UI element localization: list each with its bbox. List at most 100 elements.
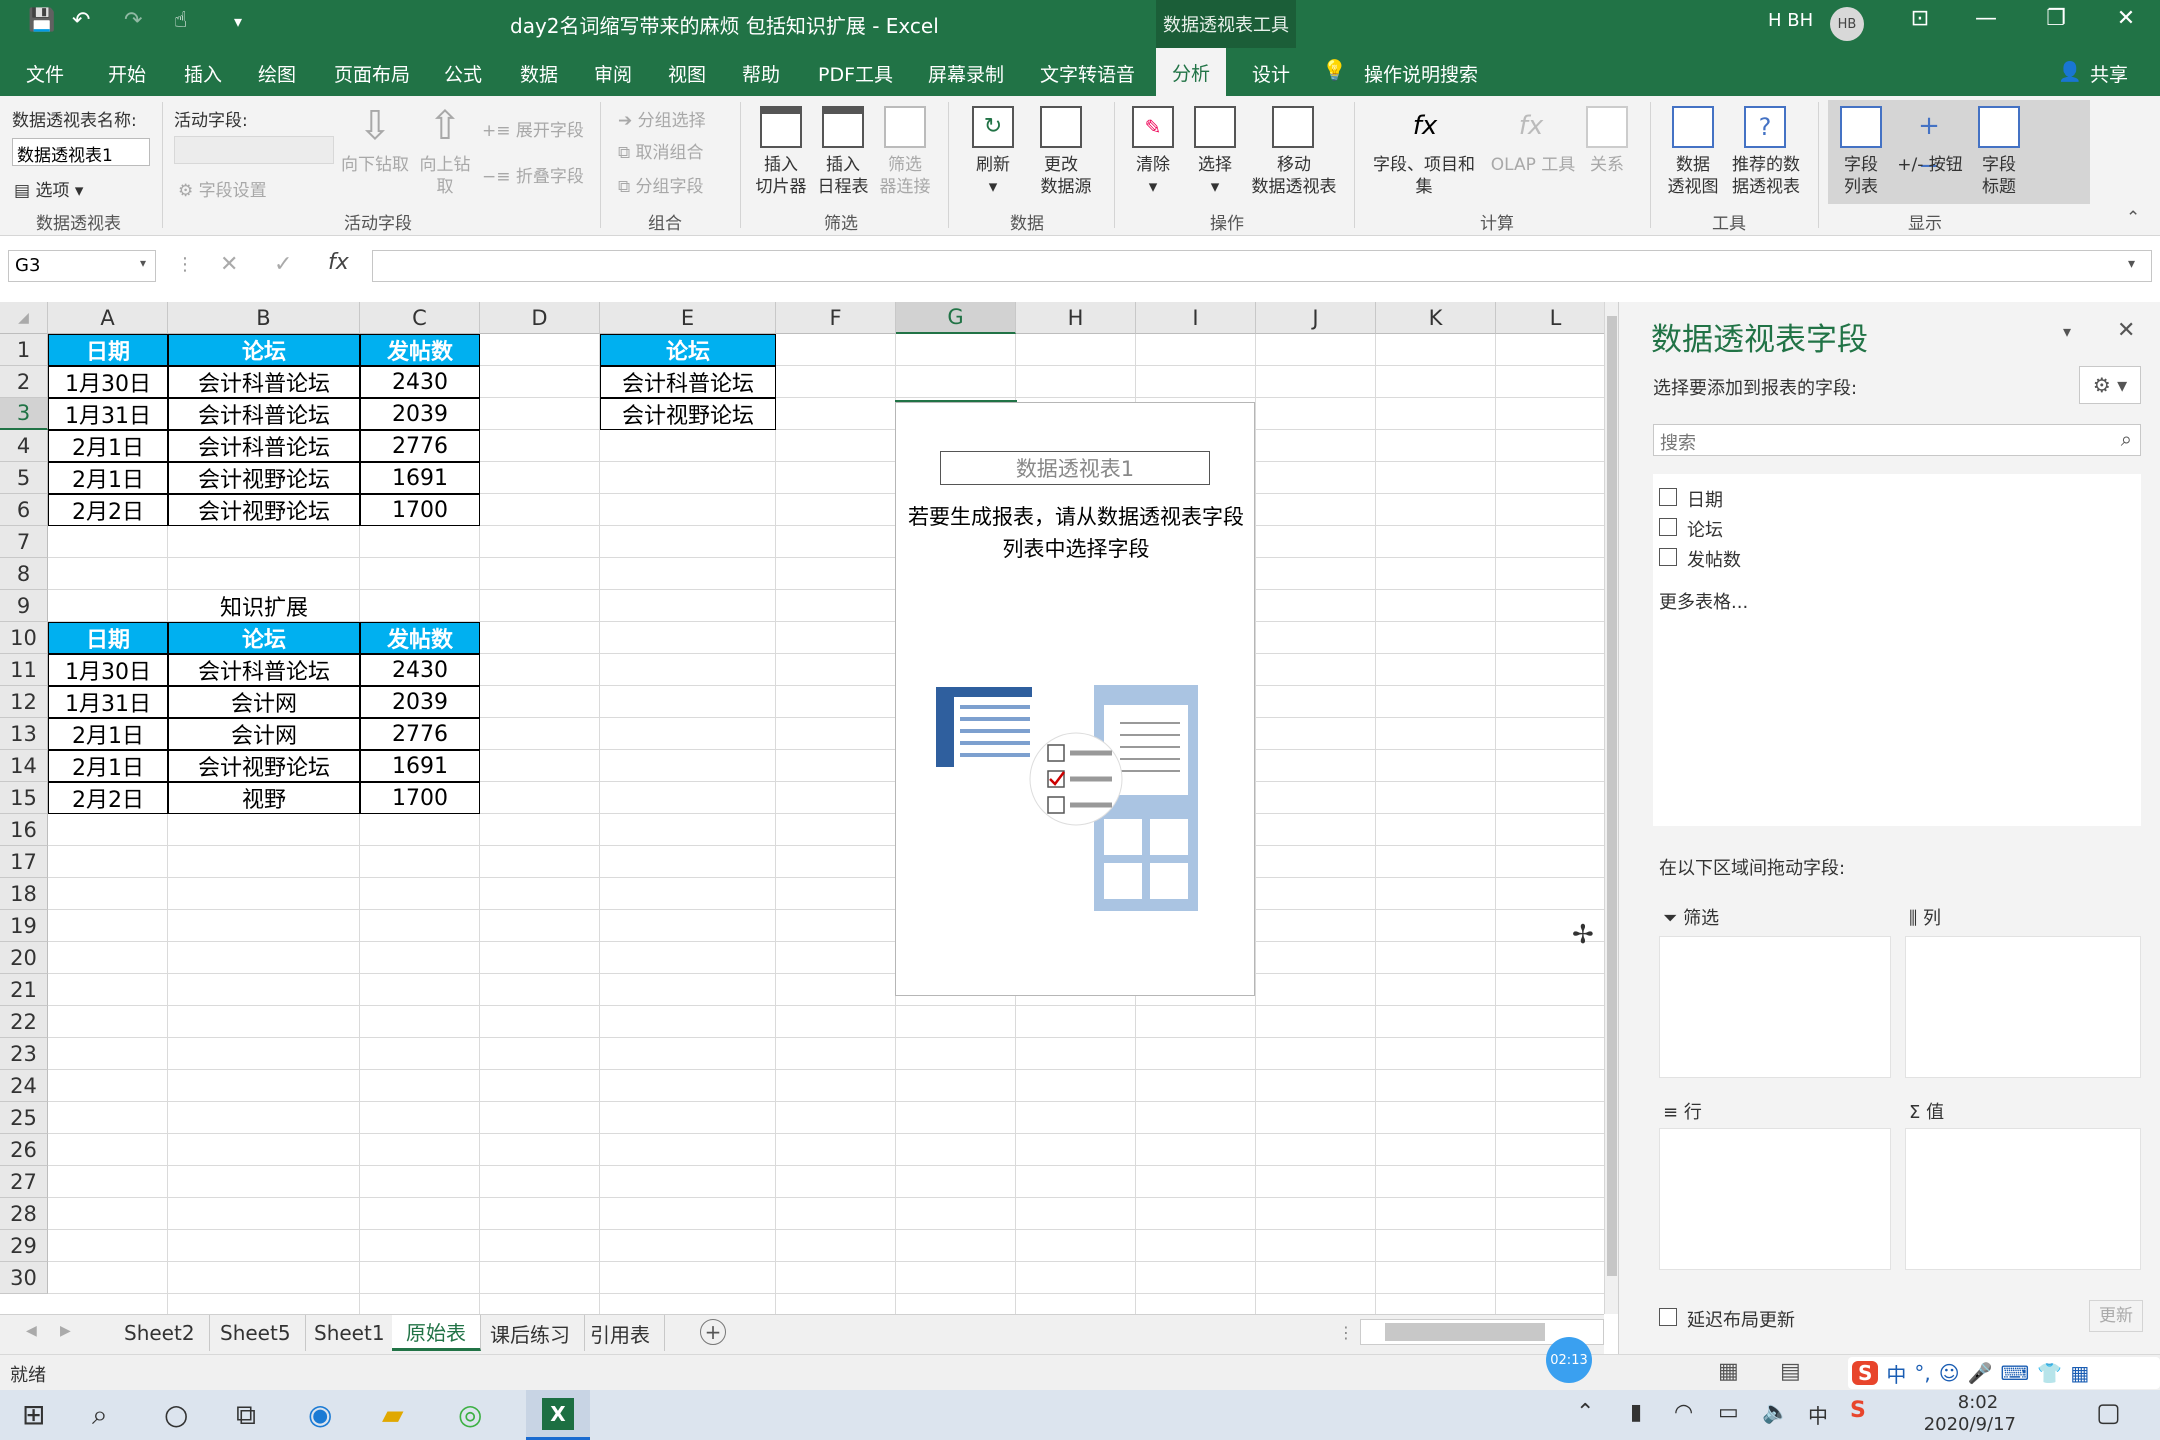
- drill-up-button[interactable]: 向上钻: [410, 154, 480, 176]
- group-selection-button[interactable]: ➔ 分组选择: [618, 106, 706, 131]
- column-header-c[interactable]: C: [360, 302, 480, 334]
- pivot-placeholder[interactable]: 数据透视表1 若要生成报表，请从数据透视表字段 列表中选择字段: [895, 402, 1255, 996]
- row-header-26[interactable]: 26: [0, 1134, 48, 1166]
- tab-insert[interactable]: 插入: [184, 60, 222, 87]
- table2-header-cell[interactable]: 论坛: [168, 622, 360, 654]
- task-view-icon[interactable]: ⧉: [236, 1398, 256, 1432]
- forum-list-cell[interactable]: 会计科普论坛: [600, 366, 776, 398]
- table2-header-cell[interactable]: 发帖数: [360, 622, 480, 654]
- table1-cell[interactable]: 2月1日: [48, 430, 168, 462]
- relationships-button[interactable]: 关系: [1576, 154, 1638, 176]
- mic-icon[interactable]: 🎤: [1968, 1361, 1993, 1385]
- select-button[interactable]: 选择: [1184, 154, 1246, 176]
- table1-cell[interactable]: 1691: [360, 462, 480, 494]
- field-settings-button[interactable]: ⚙ 字段设置: [178, 176, 267, 201]
- tab-formulas[interactable]: 公式: [444, 60, 482, 87]
- ime-toolbar[interactable]: S 中 °, ☺ 🎤 ⌨ 👕 ▦: [1848, 1357, 2160, 1389]
- table1-cell[interactable]: 会计视野论坛: [168, 462, 360, 494]
- row-header-18[interactable]: 18: [0, 878, 48, 910]
- restore-icon[interactable]: ❐: [2036, 6, 2076, 31]
- browser-icon[interactable]: ◎: [458, 1398, 482, 1431]
- clock-date[interactable]: 2020/9/17: [1896, 1414, 2016, 1435]
- apps-icon[interactable]: ▦: [2070, 1361, 2089, 1385]
- defer-update-checkbox[interactable]: [1659, 1308, 1677, 1326]
- refresh-button[interactable]: 刷新: [962, 154, 1024, 176]
- tab-file[interactable]: 文件: [26, 60, 64, 87]
- field-headers-button[interactable]: 字段: [1968, 154, 2030, 176]
- select-all-corner[interactable]: ◢: [0, 302, 48, 334]
- insert-function-icon[interactable]: fx: [328, 250, 349, 275]
- touch-mode-icon[interactable]: ☝: [174, 8, 187, 33]
- row-header-29[interactable]: 29: [0, 1230, 48, 1262]
- expand-formula-icon[interactable]: ▾: [2128, 256, 2135, 272]
- insert-slicer-button[interactable]: 插入: [750, 154, 812, 176]
- avatar[interactable]: HB: [1830, 7, 1864, 41]
- filter-connections-button[interactable]: 筛选: [874, 154, 936, 176]
- options-button[interactable]: ▤ 选项 ▾: [14, 176, 83, 201]
- table2-cell[interactable]: 2月2日: [48, 782, 168, 814]
- tray-usb-icon[interactable]: ▮: [1630, 1400, 1642, 1425]
- group-field-button[interactable]: ⧉ 分组字段: [618, 172, 704, 197]
- tab-screen-record[interactable]: 屏幕录制: [928, 60, 1004, 87]
- recommended-pivot-button[interactable]: 推荐的数: [1724, 154, 1808, 176]
- active-field-input[interactable]: [174, 136, 334, 164]
- field-checkbox-posts[interactable]: [1659, 548, 1677, 566]
- punct-icon[interactable]: °,: [1914, 1361, 1930, 1385]
- field-search-input[interactable]: 搜索 ⌕: [1653, 424, 2141, 456]
- sogou-tray-icon[interactable]: S: [1850, 1398, 1866, 1423]
- column-header-a[interactable]: A: [48, 302, 168, 334]
- file-explorer-icon[interactable]: ▰: [382, 1398, 404, 1431]
- more-tables-link[interactable]: 更多表格...: [1659, 588, 1748, 614]
- sheet-tab-0[interactable]: Sheet2: [110, 1315, 210, 1351]
- row-header-4[interactable]: 4: [0, 430, 48, 462]
- new-sheet-button[interactable]: +: [700, 1319, 726, 1345]
- sheet-tab-1[interactable]: Sheet5: [206, 1315, 306, 1351]
- cortana-icon[interactable]: ○: [164, 1398, 188, 1431]
- field-checkbox-forum[interactable]: [1659, 518, 1677, 536]
- volume-icon[interactable]: 🔈: [1762, 1400, 1789, 1425]
- windows-start-icon[interactable]: ⊞: [22, 1398, 45, 1431]
- close-icon[interactable]: ✕: [2106, 6, 2146, 31]
- clear-button[interactable]: 清除: [1122, 154, 1184, 176]
- tab-split-icon[interactable]: ⋮: [1338, 1323, 1354, 1342]
- rows-drop-area[interactable]: [1659, 1128, 1891, 1270]
- row-header-19[interactable]: 19: [0, 910, 48, 942]
- formula-input[interactable]: [372, 250, 2152, 282]
- row-header-1[interactable]: 1: [0, 334, 48, 366]
- keyboard-icon[interactable]: ⌨: [2001, 1361, 2030, 1385]
- fields-items-button[interactable]: 字段、项目和: [1364, 154, 1484, 176]
- save-icon[interactable]: 💾: [28, 8, 55, 33]
- ungroup-button[interactable]: ⧉ 取消组合: [618, 138, 704, 163]
- values-drop-area[interactable]: [1905, 1128, 2141, 1270]
- row-header-8[interactable]: 8: [0, 558, 48, 590]
- row-header-9[interactable]: 9: [0, 590, 48, 622]
- column-header-k[interactable]: K: [1376, 302, 1496, 334]
- table1-header-cell[interactable]: 发帖数: [360, 334, 480, 366]
- table1-cell[interactable]: 1700: [360, 494, 480, 526]
- row-header-16[interactable]: 16: [0, 814, 48, 846]
- table1-cell[interactable]: 会计科普论坛: [168, 398, 360, 430]
- cancel-icon[interactable]: ✕: [220, 252, 238, 277]
- change-source-button[interactable]: 更改: [1026, 154, 1096, 176]
- user-name[interactable]: H BH: [1768, 10, 1813, 31]
- column-header-g[interactable]: G: [896, 302, 1016, 334]
- row-header-21[interactable]: 21: [0, 974, 48, 1006]
- tab-analyze[interactable]: 分析: [1156, 48, 1226, 96]
- edge-icon[interactable]: ◉: [308, 1398, 332, 1431]
- column-header-j[interactable]: J: [1256, 302, 1376, 334]
- row-header-22[interactable]: 22: [0, 1006, 48, 1038]
- table2-cell[interactable]: 会计网: [168, 718, 360, 750]
- column-header-h[interactable]: H: [1016, 302, 1136, 334]
- pivot-chart-button[interactable]: 数据: [1660, 154, 1726, 176]
- table2-cell[interactable]: 会计视野论坛: [168, 750, 360, 782]
- section-title-cell[interactable]: 知识扩展: [168, 590, 360, 622]
- table2-cell[interactable]: 1700: [360, 782, 480, 814]
- olap-tools-button[interactable]: OLAP 工具: [1488, 154, 1578, 176]
- tab-home[interactable]: 开始: [108, 60, 146, 87]
- normal-view-icon[interactable]: ▦: [1718, 1359, 1739, 1384]
- pane-close-icon[interactable]: ✕: [2117, 318, 2135, 343]
- column-header-b[interactable]: B: [168, 302, 360, 334]
- table2-cell[interactable]: 2月1日: [48, 750, 168, 782]
- table2-cell[interactable]: 2039: [360, 686, 480, 718]
- scroll-right-icon[interactable]: ▶: [60, 1323, 71, 1339]
